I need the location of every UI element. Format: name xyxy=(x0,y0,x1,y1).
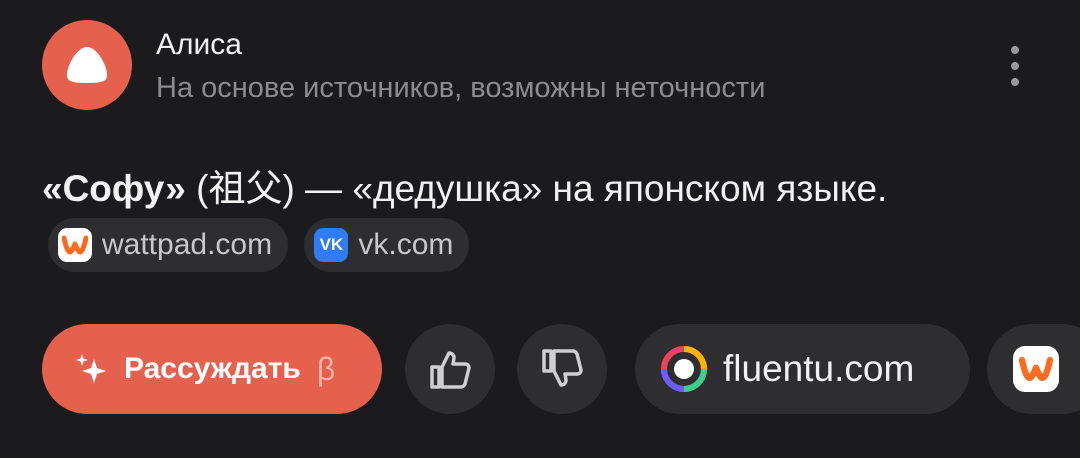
wattpad-icon xyxy=(58,228,92,263)
source-disclaimer: На основе источников, возможны неточност… xyxy=(156,72,766,104)
source-chip-vk[interactable]: VK vk.com xyxy=(304,218,470,273)
source-button-wattpad[interactable] xyxy=(987,324,1080,414)
source-chip-label: wattpad.com xyxy=(102,228,273,262)
answer-kanji: (祖父) xyxy=(196,168,295,209)
source-chip-wattpad[interactable]: wattpad.com xyxy=(48,218,289,273)
source-button-fluentu[interactable]: fluentu.com xyxy=(635,324,970,414)
source-button-label: fluentu.com xyxy=(723,348,915,389)
vk-icon: VK xyxy=(314,228,349,263)
more-vertical-icon xyxy=(1011,46,1019,54)
answer-text: «Софу» (祖父) — «дедушка» на японском язык… xyxy=(42,160,1032,276)
reason-button[interactable]: Рассуждать β xyxy=(42,324,382,414)
alice-avatar xyxy=(42,20,132,110)
message-header: Алиса На основе источников, возможны нет… xyxy=(42,20,1042,112)
wattpad-icon xyxy=(1013,346,1059,392)
answer-rest: — «дедушка» на японском языке. xyxy=(305,168,888,209)
reason-label: Рассуждать xyxy=(124,352,301,385)
alice-logo-icon xyxy=(67,47,107,83)
thumbs-down-icon xyxy=(542,349,583,387)
fluentu-icon xyxy=(661,346,707,392)
dislike-button[interactable] xyxy=(517,324,607,414)
more-options-button[interactable] xyxy=(992,42,1038,90)
action-bar: Рассуждать β fluentu.com xyxy=(42,324,1080,414)
sparkle-icon xyxy=(72,349,112,389)
answer-term: «Софу» xyxy=(42,168,186,209)
assistant-name: Алиса xyxy=(156,28,242,61)
like-button[interactable] xyxy=(405,324,495,414)
source-chip-label: vk.com xyxy=(358,228,454,262)
thumbs-up-icon xyxy=(430,351,471,389)
beta-badge: β xyxy=(316,350,336,387)
